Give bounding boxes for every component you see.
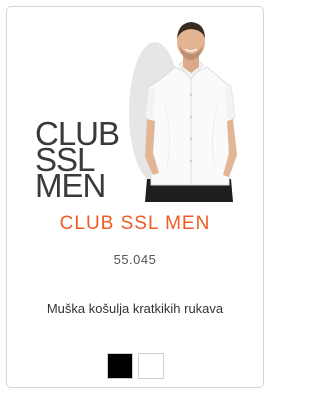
logo-line-3: MEN: [35, 167, 105, 202]
color-swatches: [7, 353, 263, 379]
product-card[interactable]: CLUB SSL MEN CLUB SSL MEN 55.045 Muška k…: [6, 6, 264, 388]
product-description: Muška košulja kratkikih rukava: [46, 301, 224, 316]
color-swatch-white[interactable]: [137, 353, 164, 379]
product-image[interactable]: CLUB SSL MEN: [33, 17, 245, 202]
product-code: 55.045: [113, 252, 157, 267]
model-shirt-photo: CLUB SSL MEN: [35, 22, 237, 202]
color-swatch-black[interactable]: [106, 353, 133, 379]
product-name-link[interactable]: CLUB SSL MEN: [7, 213, 263, 235]
